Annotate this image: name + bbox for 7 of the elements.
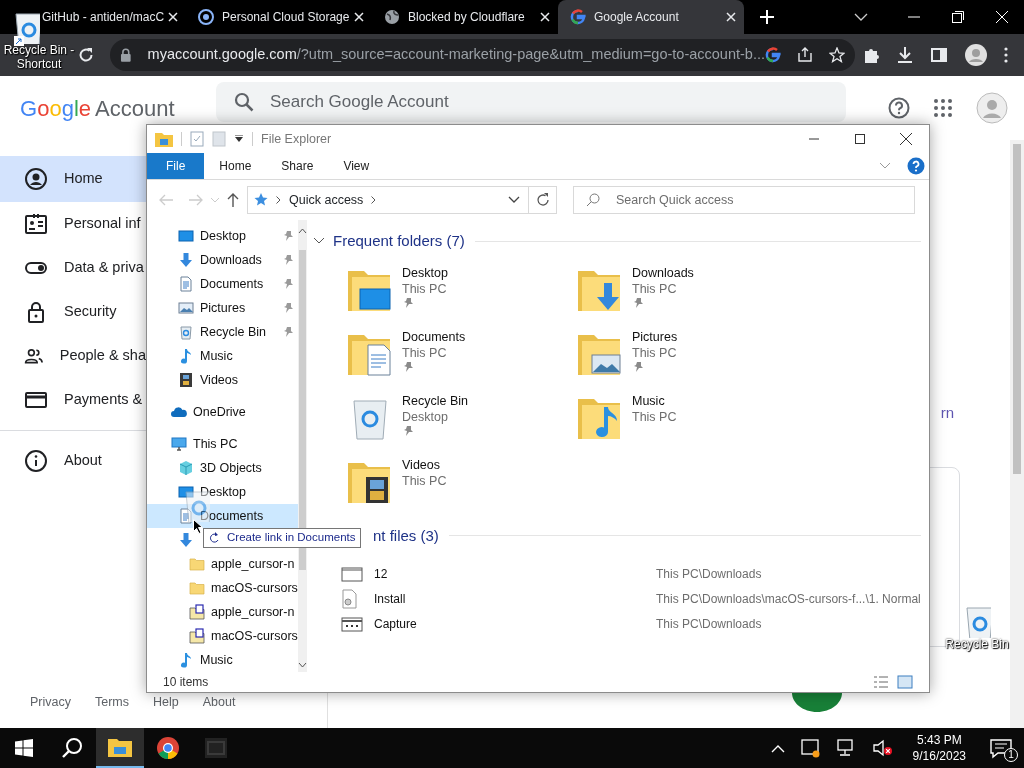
- status-text: 10 items: [163, 674, 209, 691]
- section-heading: nt files (3): [373, 525, 439, 546]
- tooltip: Create link in Documents: [203, 528, 362, 548]
- section-heading: Frequent folders (7): [333, 231, 465, 251]
- product-title: Account: [95, 94, 175, 123]
- notification-count: 1: [1004, 748, 1018, 762]
- window-title: File Explorer: [261, 130, 332, 148]
